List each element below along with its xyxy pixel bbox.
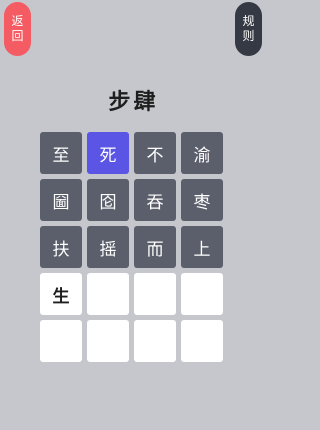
character-tile[interactable]: 囵	[87, 179, 129, 221]
answer-slot[interactable]	[87, 320, 129, 362]
character-tile[interactable]: 圙	[40, 179, 82, 221]
back-button[interactable]: 返回	[4, 2, 31, 56]
answer-slot[interactable]	[134, 273, 176, 315]
answer-slot[interactable]	[181, 273, 223, 315]
rules-button[interactable]: 规则	[235, 2, 262, 56]
character-tile[interactable]: 扶	[40, 226, 82, 268]
character-tile-selected[interactable]: 死	[87, 132, 129, 174]
character-tile[interactable]: 吞	[134, 179, 176, 221]
character-tile[interactable]: 枣	[181, 179, 223, 221]
puzzle-title: 步肆	[108, 89, 159, 115]
character-tile[interactable]: 摇	[87, 226, 129, 268]
answer-slot[interactable]	[134, 320, 176, 362]
answer-slot[interactable]	[40, 320, 82, 362]
character-tile[interactable]: 而	[134, 226, 176, 268]
back-button-label: 返回	[11, 14, 24, 43]
answer-slot[interactable]	[87, 273, 129, 315]
character-tile[interactable]: 上	[181, 226, 223, 268]
character-tile[interactable]: 至	[40, 132, 82, 174]
answer-slot[interactable]: 生	[40, 273, 82, 315]
rules-button-label: 规则	[242, 14, 255, 43]
character-tile[interactable]: 渝	[181, 132, 223, 174]
character-grid: 至 死 不 渝 圙 囵 吞 枣 扶 摇 而 上 生	[40, 132, 223, 362]
character-tile[interactable]: 不	[134, 132, 176, 174]
answer-slot[interactable]	[181, 320, 223, 362]
